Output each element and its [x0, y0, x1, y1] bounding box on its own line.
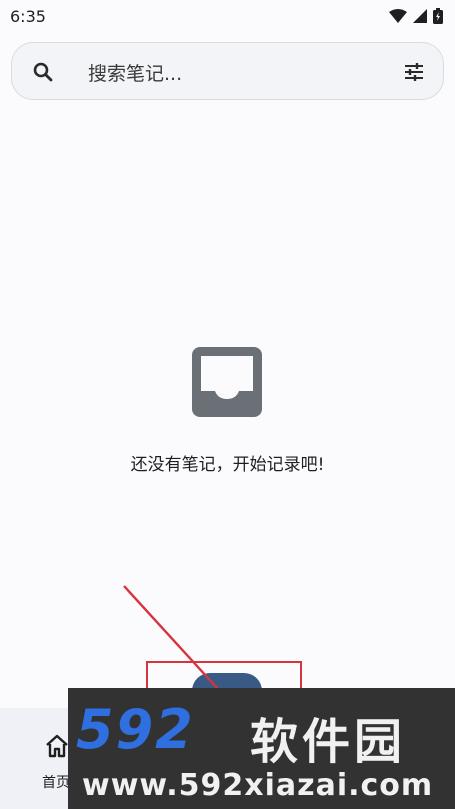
status-bar: 6:35 [0, 0, 455, 32]
signal-icon [413, 9, 427, 23]
watermark-banner: 592 软件园 www.592xiazai.com [68, 688, 455, 809]
watermark-logo: 592 [76, 698, 195, 761]
battery-icon [433, 8, 443, 24]
status-time: 6:35 [10, 6, 46, 26]
watermark-brand: 软件园 [250, 714, 407, 770]
tune-icon[interactable] [403, 61, 425, 83]
nav-item-home-label[interactable]: 首页 [42, 772, 70, 792]
status-icons [389, 8, 443, 24]
search-icon[interactable] [32, 61, 54, 83]
home-icon[interactable] [44, 734, 70, 758]
watermark-url: www.592xiazai.com [82, 768, 434, 803]
wifi-icon [389, 9, 407, 23]
search-input[interactable]: 搜索笔记... [88, 59, 182, 86]
search-bar[interactable]: 搜索笔记... [11, 42, 444, 100]
empty-state-message: 还没有笔记，开始记录吧! [130, 455, 325, 475]
inbox-icon [192, 347, 262, 417]
